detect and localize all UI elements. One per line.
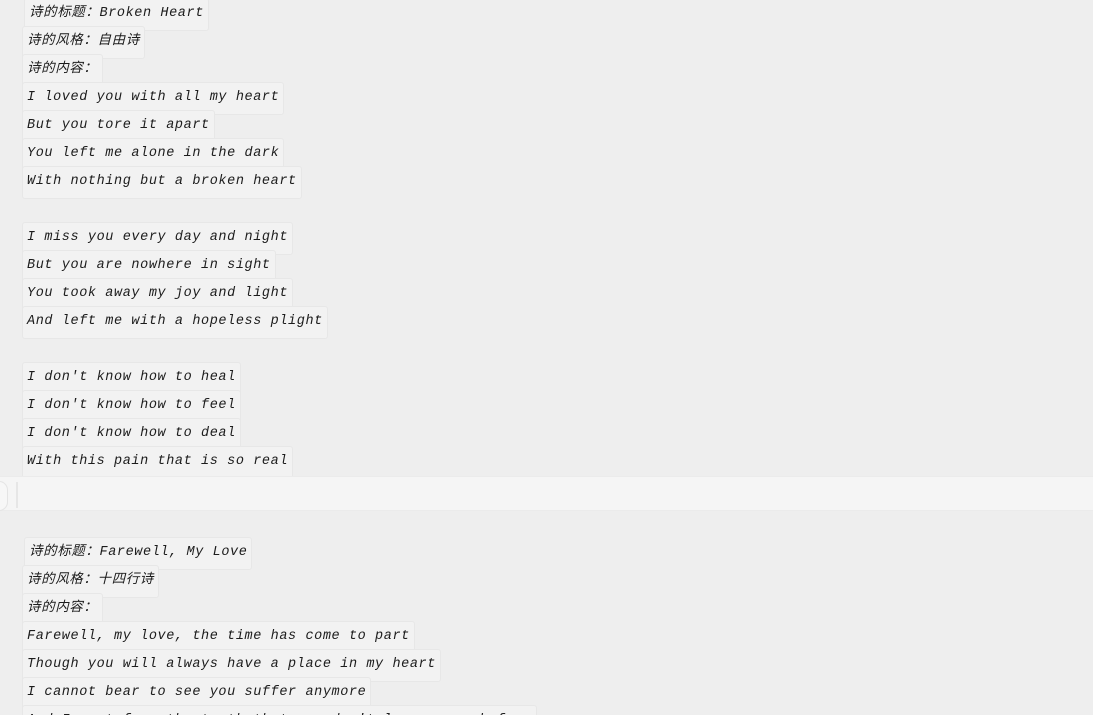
poem-line: I don't know how to feel: [0, 389, 1093, 423]
poem-2-lines: 诗的标题：Farewell, My Love 诗的风格：十四行诗 诗的内容： F…: [0, 511, 1093, 715]
poem-line: Though you will always have a place in m…: [0, 648, 1093, 682]
poem-line: I loved you with all my heart: [0, 81, 1093, 115]
poem-stanza-gap-text: [22, 348, 32, 353]
poem-line: I miss you every day and night: [0, 221, 1093, 255]
poem-line: And I must face the truth that you don't…: [0, 704, 1093, 715]
poem-1-content-label-line: 诗的内容：: [0, 53, 1093, 87]
poem-line-text: And left me with a hopeless plight: [22, 305, 328, 339]
poem-stanza-gap-text: [22, 208, 32, 213]
poem-output-page: 诗的标题：Broken Heart 诗的风格：自由诗 诗的内容： I loved…: [0, 0, 1093, 715]
poem-line: But you tore it apart: [0, 109, 1093, 143]
poem-2-top-spacer-text: [22, 523, 32, 528]
poem-line-text: With this pain that is so real: [22, 445, 294, 479]
message-separator-band: [0, 476, 1093, 511]
poem-line: With this pain that is so real: [0, 445, 1093, 479]
poem-stanza-gap: [0, 336, 1093, 364]
poem-1-title-line: 诗的标题：Broken Heart: [0, 0, 1093, 31]
poem-line: You took away my joy and light: [0, 277, 1093, 311]
poem-block-2: 诗的标题：Farewell, My Love 诗的风格：十四行诗 诗的内容： F…: [0, 511, 1093, 715]
poem-line: Farewell, my love, the time has come to …: [0, 620, 1093, 654]
poem-line-text: With nothing but a broken heart: [22, 165, 302, 199]
poem-block-1: 诗的标题：Broken Heart 诗的风格：自由诗 诗的内容： I loved…: [0, 0, 1093, 479]
poem-line: And left me with a hopeless plight: [0, 305, 1093, 339]
poem-line: I don't know how to deal: [0, 417, 1093, 451]
edge-rounded-widget[interactable]: [0, 481, 8, 511]
poem-2-style-line: 诗的风格：十四行诗: [0, 564, 1093, 598]
poem-1-style-line: 诗的风格：自由诗: [0, 25, 1093, 59]
poem-line: But you are nowhere in sight: [0, 249, 1093, 283]
poem-2-content-label-line: 诗的内容：: [0, 592, 1093, 626]
poem-line: I cannot bear to see you suffer anymore: [0, 676, 1093, 710]
poem-line: With nothing but a broken heart: [0, 165, 1093, 199]
edge-tick-mark: [16, 482, 18, 508]
poem-line: You left me alone in the dark: [0, 137, 1093, 171]
poem-1-lines: 诗的标题：Broken Heart 诗的风格：自由诗 诗的内容： I loved…: [0, 0, 1093, 479]
poem-line: I don't know how to heal: [0, 361, 1093, 395]
poem-2-title-line: 诗的标题：Farewell, My Love: [0, 536, 1093, 570]
poem-2-top-spacer: [0, 511, 1093, 539]
poem-line-text: And I must face the truth that you don't…: [22, 704, 537, 715]
poem-stanza-gap: [0, 196, 1093, 224]
